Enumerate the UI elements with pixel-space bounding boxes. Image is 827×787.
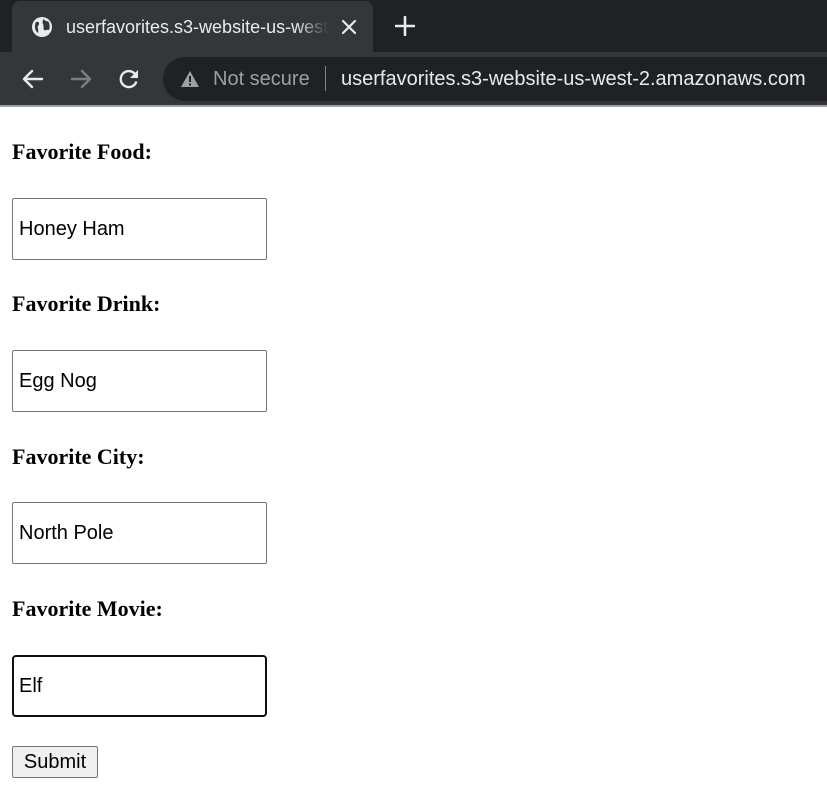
warning-triangle-icon[interactable]	[180, 69, 200, 89]
close-tab-icon[interactable]	[337, 15, 361, 39]
reload-icon[interactable]	[114, 64, 144, 94]
favorite-food-input[interactable]	[12, 198, 267, 260]
favorite-city-label: Favorite City:	[12, 444, 145, 469]
globe-icon	[31, 16, 53, 38]
omnibox-divider	[325, 66, 326, 91]
favorite-drink-label: Favorite Drink:	[12, 291, 161, 316]
tab-strip: userfavorites.s3-website-us-west-2.amazo…	[0, 0, 827, 52]
tab-title: userfavorites.s3-website-us-west-2.amazo…	[66, 17, 328, 37]
browser-tab-active[interactable]: userfavorites.s3-website-us-west-2.amazo…	[12, 1, 373, 52]
favorite-movie-label: Favorite Movie:	[12, 596, 163, 621]
submit-button[interactable]: Submit	[12, 746, 98, 778]
back-arrow-icon[interactable]	[18, 64, 48, 94]
forward-arrow-icon[interactable]	[66, 64, 96, 94]
security-status-label[interactable]: Not secure	[213, 67, 310, 91]
browser-toolbar: Not secure userfavorites.s3-website-us-w…	[0, 52, 827, 105]
favorite-movie-input[interactable]	[12, 655, 267, 717]
address-bar[interactable]: Not secure userfavorites.s3-website-us-w…	[163, 57, 827, 101]
page-content: Favorite Food: Favorite Drink: Favorite …	[0, 107, 827, 787]
new-tab-plus-icon[interactable]	[392, 13, 418, 39]
favorite-city-input[interactable]	[12, 502, 267, 564]
favorite-food-label: Favorite Food:	[12, 139, 152, 164]
url-text[interactable]: userfavorites.s3-website-us-west-2.amazo…	[341, 67, 806, 91]
favorite-drink-input[interactable]	[12, 350, 267, 412]
